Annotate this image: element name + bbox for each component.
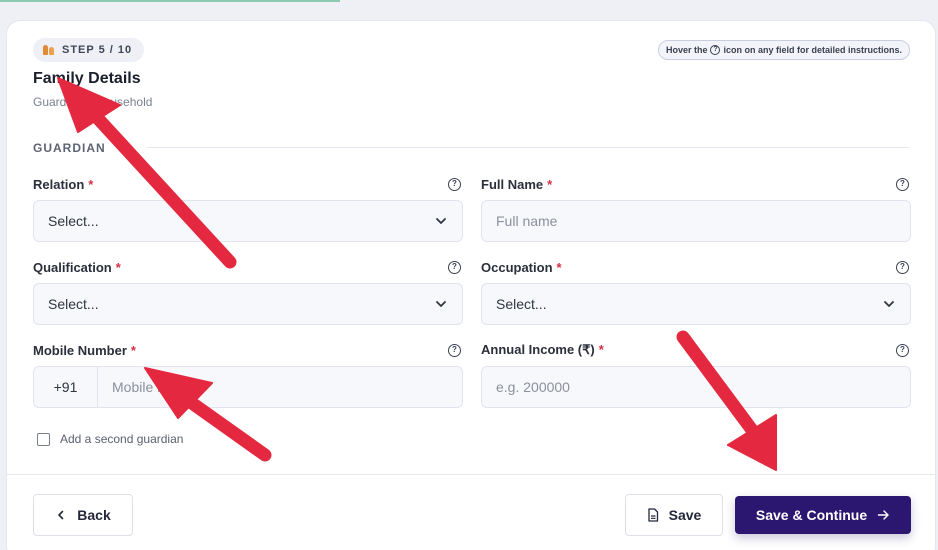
- second-guardian-label: Add a second guardian: [60, 432, 184, 446]
- mobile-number-placeholder: Mobile number: [112, 379, 205, 395]
- relation-label: Relation: [33, 176, 85, 192]
- top-accent-bar: [0, 0, 340, 2]
- form-card: STEP 5 / 10 Hover the ? icon on any fiel…: [6, 20, 936, 550]
- help-icon[interactable]: ?: [896, 260, 909, 274]
- mobile-number-label: Mobile Number: [33, 342, 127, 358]
- relation-select[interactable]: Select...: [33, 200, 463, 242]
- help-icon[interactable]: ?: [448, 260, 461, 274]
- mobile-number-field: Mobile Number * ? +91 Mobile number: [33, 341, 463, 408]
- full-name-field: Full Name * ? Full name: [481, 175, 911, 242]
- qualification-select[interactable]: Select...: [33, 283, 463, 325]
- save-and-continue-label: Save & Continue: [755, 507, 868, 523]
- step-label: STEP 5 / 10: [62, 44, 133, 56]
- country-code-prefix: +91: [34, 367, 98, 407]
- full-name-input[interactable]: Full name: [481, 200, 911, 242]
- relation-select-value: Select...: [48, 213, 99, 229]
- back-button-label: Back: [77, 507, 111, 523]
- chevron-down-icon: [884, 301, 894, 307]
- section-label-guardian: GUARDIAN: [33, 141, 106, 155]
- full-name-placeholder: Full name: [496, 213, 558, 229]
- help-icon[interactable]: ?: [896, 343, 909, 357]
- annual-income-label: Annual Income (₹): [481, 342, 595, 357]
- annual-income-field: Annual Income (₹) * ? e.g. 200000: [481, 341, 911, 408]
- save-and-continue-button[interactable]: Save & Continue: [735, 496, 911, 534]
- mobile-number-input[interactable]: +91 Mobile number: [33, 366, 463, 408]
- annual-income-placeholder: e.g. 200000: [496, 379, 570, 395]
- hint-suffix: icon on any field for detailed instructi…: [723, 45, 902, 55]
- back-button[interactable]: Back: [33, 494, 133, 536]
- save-button[interactable]: Save: [625, 494, 723, 536]
- occupation-field: Occupation * ? Select...: [481, 258, 911, 325]
- help-icon[interactable]: ?: [448, 177, 461, 191]
- chevron-down-icon: [436, 301, 446, 307]
- section-divider: [147, 147, 909, 148]
- arrow-right-icon: [877, 510, 889, 520]
- full-name-label: Full Name: [481, 176, 544, 192]
- second-guardian-option[interactable]: Add a second guardian: [37, 432, 183, 446]
- occupation-label: Occupation: [481, 259, 553, 275]
- footer-divider: [7, 474, 935, 475]
- required-marker: *: [547, 176, 553, 192]
- required-marker: *: [556, 259, 562, 275]
- save-button-label: Save: [668, 507, 702, 523]
- chevron-left-icon: [58, 510, 64, 520]
- qualification-select-value: Select...: [48, 296, 99, 312]
- document-icon: [647, 508, 658, 522]
- required-marker: *: [598, 342, 604, 357]
- required-marker: *: [88, 176, 94, 192]
- page-title: Family Details: [33, 70, 141, 87]
- question-circle-icon: ?: [710, 45, 721, 55]
- occupation-select[interactable]: Select...: [481, 283, 911, 325]
- page-subtitle: Guardian & household: [33, 95, 153, 109]
- qualification-label: Qualification: [33, 259, 112, 275]
- qualification-field: Qualification * ? Select...: [33, 258, 463, 325]
- annual-income-input[interactable]: e.g. 200000: [481, 366, 911, 408]
- help-icon[interactable]: ?: [448, 343, 461, 357]
- hint-prefix: Hover the: [665, 45, 708, 55]
- required-marker: *: [130, 342, 136, 358]
- occupation-select-value: Select...: [496, 296, 547, 312]
- help-icon[interactable]: ?: [896, 177, 909, 191]
- family-icon: [43, 45, 54, 55]
- instructions-hint: Hover the ? icon on any field for detail…: [657, 40, 910, 60]
- chevron-down-icon: [436, 218, 446, 224]
- second-guardian-checkbox[interactable]: [37, 432, 50, 446]
- relation-field: Relation * ? Select...: [33, 175, 463, 242]
- required-marker: *: [115, 259, 121, 275]
- step-badge: STEP 5 / 10: [33, 38, 145, 62]
